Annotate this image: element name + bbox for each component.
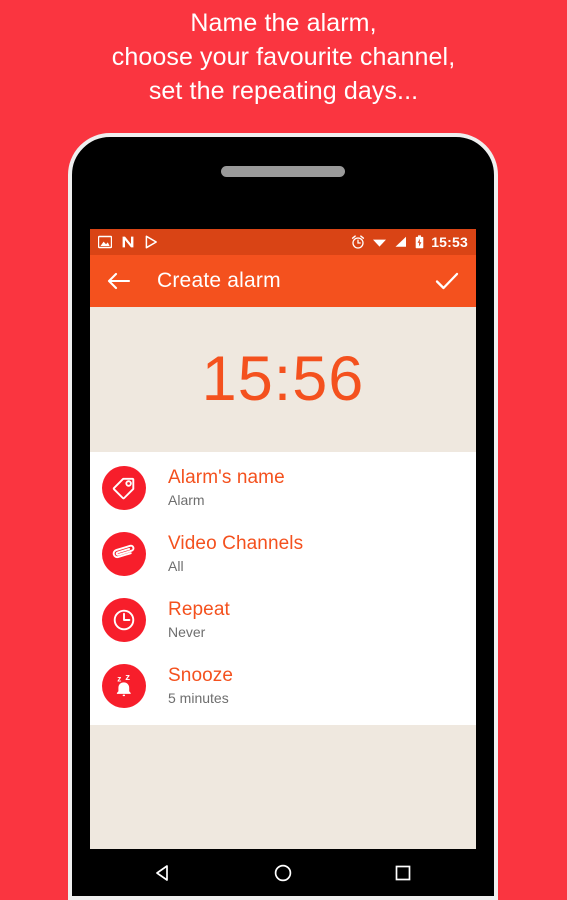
list-item-title: Video Channels (168, 533, 304, 554)
alarm-time-value[interactable]: 15:56 (202, 348, 365, 411)
promo-headline: Name the alarm, choose your favourite ch… (0, 6, 567, 108)
home-circle-icon[interactable] (273, 863, 293, 883)
row-icon-circle (102, 532, 146, 576)
list-item-title: Alarm's name (168, 467, 285, 488)
settings-list: Alarm's name Alarm Video Channels All Re… (90, 452, 476, 725)
app-bar: Create alarm (90, 255, 476, 307)
list-item-snooze[interactable]: z z Snooze 5 minutes (90, 653, 476, 719)
status-bar-clock: 15:53 (431, 234, 468, 250)
phone-mockup: 15:53 Create alarm 15:56 Alarm's name Al… (68, 133, 498, 900)
list-item-text: Alarm's name Alarm (168, 466, 285, 510)
list-item-title: Snooze (168, 665, 234, 686)
arrow-left-icon[interactable] (106, 270, 131, 292)
signal-icon (395, 236, 407, 247)
list-item-text: Snooze 5 minutes (168, 664, 233, 708)
image-icon (98, 235, 112, 249)
list-item-subtitle: 5 minutes (168, 690, 229, 706)
back-triangle-icon[interactable] (153, 863, 173, 883)
row-icon-circle (102, 598, 146, 642)
list-item-text: Repeat Never (168, 598, 230, 642)
nougat-n-icon (122, 236, 134, 248)
promo-line-1: Name the alarm, (190, 9, 377, 37)
svg-text:z: z (117, 674, 121, 683)
status-bar-right-icons: 15:53 (351, 234, 468, 250)
promo-line-2: choose your favourite channel, (111, 43, 456, 71)
wifi-icon (373, 239, 387, 247)
list-item-title: Repeat (168, 599, 230, 620)
tag-icon (112, 477, 135, 500)
list-item-subtitle: All (168, 558, 184, 574)
empty-area (90, 725, 476, 857)
list-item-subtitle: Never (168, 624, 206, 640)
list-item-alarm-name[interactable]: Alarm's name Alarm (90, 455, 476, 521)
battery-charging-icon (415, 235, 424, 249)
recents-square-icon[interactable] (393, 863, 413, 883)
phone-screen: 15:53 Create alarm 15:56 Alarm's name Al… (90, 229, 476, 857)
app-bar-title: Create alarm (157, 269, 281, 292)
row-icon-circle (102, 466, 146, 510)
android-nav-bar (72, 849, 494, 896)
status-bar-left-icons (98, 235, 158, 249)
list-item-subtitle: Alarm (168, 492, 205, 508)
alarm-clock-icon (352, 235, 365, 249)
check-icon[interactable] (434, 270, 460, 292)
list-item-text: Video Channels All (168, 532, 303, 576)
svg-text:z: z (125, 672, 130, 683)
promo-line-3: set the repeating days... (148, 77, 419, 105)
alarm-time-area[interactable]: 15:56 (90, 307, 476, 452)
list-item-repeat[interactable]: Repeat Never (90, 587, 476, 653)
status-bar: 15:53 (90, 229, 476, 255)
paperclip-icon (112, 544, 135, 559)
snooze-bell-icon: z z (116, 672, 131, 697)
row-icon-circle: z z (102, 664, 146, 708)
list-item-video-channels[interactable]: Video Channels All (90, 521, 476, 587)
play-store-icon (145, 235, 157, 249)
earpiece-speaker (221, 166, 345, 177)
clock-icon (113, 609, 135, 631)
